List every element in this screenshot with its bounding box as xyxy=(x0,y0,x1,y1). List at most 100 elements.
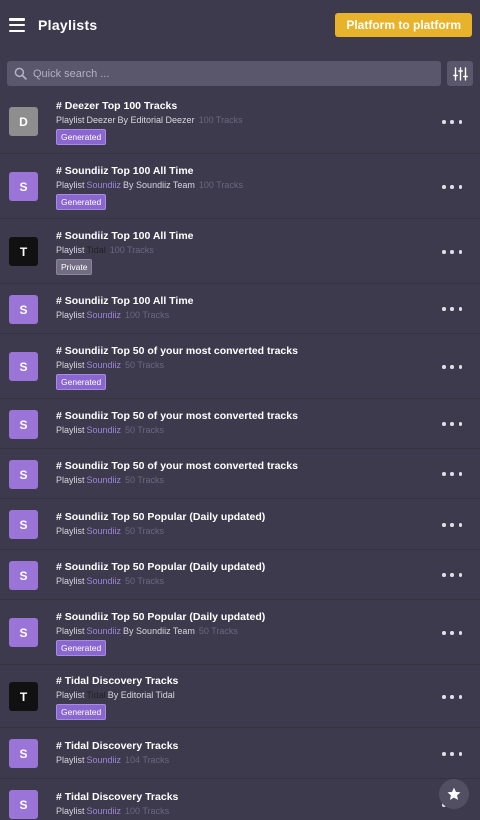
playlist-row[interactable]: S # Soundiiz Top 50 of your most converte… xyxy=(0,399,480,449)
dot xyxy=(450,523,454,527)
playlist-row[interactable]: S # Soundiiz Top 50 Popular (Daily update… xyxy=(0,600,480,665)
dot xyxy=(442,185,446,189)
playlist-name[interactable]: # Soundiiz Top 50 Popular (Daily updated… xyxy=(56,511,430,524)
track-count: 100 Tracks xyxy=(125,806,170,816)
playlist-type: Playlist xyxy=(56,475,85,485)
dot xyxy=(442,120,446,124)
playlist-row[interactable]: S # Tidal Discovery Tracks Playlist Soundii… xyxy=(0,779,480,820)
more-options-icon[interactable] xyxy=(442,468,462,480)
playlist-row[interactable]: S # Soundiiz Top 50 Popular (Daily update… xyxy=(0,499,480,550)
more-options-icon[interactable] xyxy=(442,361,462,373)
playlist-type: Playlist xyxy=(56,526,85,536)
playlist-row[interactable]: D # Deezer Top 100 Tracks Playlist Deezer By… xyxy=(0,89,480,154)
more-options-icon[interactable] xyxy=(442,748,462,760)
more-options-icon[interactable] xyxy=(442,116,462,128)
search-icon xyxy=(14,67,27,80)
playlist-name[interactable]: # Deezer Top 100 Tracks xyxy=(56,100,430,113)
more-options-icon[interactable] xyxy=(442,519,462,531)
dot xyxy=(458,752,462,756)
playlist-name[interactable]: # Soundiiz Top 50 of your most converted… xyxy=(56,410,430,423)
playlist-info: # Soundiiz Top 100 All Time Playlist Sound… xyxy=(56,165,430,210)
dot xyxy=(450,573,454,577)
playlist-meta: Playlist Tidal By Editorial Tidal xyxy=(56,689,430,701)
playlist-meta: Playlist Soundiiz 50 Tracks xyxy=(56,474,430,486)
service-avatar: S xyxy=(9,618,38,647)
dot xyxy=(458,695,462,699)
service-name: Soundiiz xyxy=(86,806,122,816)
dot xyxy=(442,365,446,369)
playlist-name[interactable]: # Soundiiz Top 100 All Time xyxy=(56,230,430,243)
more-options-icon[interactable] xyxy=(442,246,462,258)
more-options-icon[interactable] xyxy=(442,691,462,703)
track-count: 50 Tracks xyxy=(125,425,165,435)
service-avatar: S xyxy=(9,790,38,819)
status-badge: Generated xyxy=(56,704,107,720)
dot xyxy=(442,573,446,577)
playlist-name[interactable]: # Tidal Discovery Tracks xyxy=(56,675,430,688)
more-options-icon[interactable] xyxy=(442,303,462,315)
quick-search-input[interactable] xyxy=(33,67,441,80)
playlist-row[interactable]: S # Soundiiz Top 100 All Time Playlist Soun… xyxy=(0,284,480,334)
playlist-row[interactable]: S # Tidal Discovery Tracks Playlist Soundii… xyxy=(0,728,480,779)
playlist-info: # Soundiiz Top 50 of your most converted… xyxy=(56,460,430,486)
playlist-info: # Deezer Top 100 Tracks Playlist Deezer By … xyxy=(56,100,430,145)
playlist-row[interactable]: T # Soundiiz Top 100 All Time Playlist Tida… xyxy=(0,219,480,284)
more-options-icon[interactable] xyxy=(442,418,462,430)
playlist-type: Playlist xyxy=(56,245,85,255)
dot xyxy=(450,120,454,124)
playlist-type: Playlist xyxy=(56,360,85,370)
playlist-meta: Playlist Deezer By Editorial Deezer 100 Tra… xyxy=(56,114,430,126)
dot xyxy=(450,752,454,756)
dot xyxy=(450,250,454,254)
hamburger-menu-icon[interactable] xyxy=(9,18,25,32)
service-name: Soundiiz xyxy=(86,310,122,320)
filter-button[interactable] xyxy=(447,61,473,86)
playlist-meta: Playlist Soundiiz 50 Tracks xyxy=(56,575,430,587)
playlist-row[interactable]: S # Soundiiz Top 50 of your most converte… xyxy=(0,334,480,399)
more-options-icon[interactable] xyxy=(442,181,462,193)
track-count: 50 Tracks xyxy=(125,526,165,536)
service-name: Soundiiz xyxy=(86,180,122,190)
playlist-name[interactable]: # Tidal Discovery Tracks xyxy=(56,740,430,753)
dot xyxy=(458,422,462,426)
star-icon xyxy=(447,787,461,800)
dot xyxy=(450,307,454,311)
playlist-name[interactable]: # Soundiiz Top 50 of your most converted… xyxy=(56,345,430,358)
more-options-icon[interactable] xyxy=(442,627,462,639)
dot xyxy=(458,631,462,635)
playlist-row[interactable]: S # Soundiiz Top 50 of your most converte… xyxy=(0,449,480,499)
playlist-name[interactable]: # Tidal Discovery Tracks xyxy=(56,791,430,804)
status-badge: Generated xyxy=(56,129,107,145)
playlist-type: Playlist xyxy=(56,180,85,190)
service-avatar: S xyxy=(9,352,38,381)
playlist-owner: By Editorial Tidal xyxy=(107,690,175,700)
playlist-info: # Tidal Discovery Tracks Playlist Soundiiz… xyxy=(56,791,430,817)
playlist-name[interactable]: # Soundiiz Top 100 All Time xyxy=(56,165,430,178)
playlist-row[interactable]: S # Soundiiz Top 50 Popular (Daily update… xyxy=(0,550,480,600)
playlist-name[interactable]: # Soundiiz Top 100 All Time xyxy=(56,295,430,308)
dot xyxy=(458,365,462,369)
playlist-owner: By Editorial Deezer xyxy=(117,115,195,125)
dot xyxy=(442,695,446,699)
favorite-fab-button[interactable] xyxy=(439,779,469,809)
playlist-name[interactable]: # Soundiiz Top 50 Popular (Daily updated… xyxy=(56,611,430,624)
playlist-name[interactable]: # Soundiiz Top 50 Popular (Daily updated… xyxy=(56,561,430,574)
service-avatar: S xyxy=(9,460,38,489)
service-name: Soundiiz xyxy=(86,475,122,485)
playlist-type: Playlist xyxy=(56,626,85,636)
platform-to-platform-button[interactable]: Platform to platform xyxy=(335,13,472,37)
track-count: 104 Tracks xyxy=(125,755,170,765)
playlist-info: # Soundiiz Top 50 Popular (Daily updated… xyxy=(56,511,430,537)
playlist-row[interactable]: T # Tidal Discovery Tracks Playlist Tidal By… xyxy=(0,665,480,728)
playlist-info: # Tidal Discovery Tracks Playlist Tidal By … xyxy=(56,675,430,720)
service-name: Soundiiz xyxy=(86,576,122,586)
dot xyxy=(450,185,454,189)
dot xyxy=(450,472,454,476)
playlist-type: Playlist xyxy=(56,425,85,435)
playlist-row[interactable]: S # Soundiiz Top 100 All Time Playlist Soun… xyxy=(0,154,480,219)
playlist-name[interactable]: # Soundiiz Top 50 of your most converted… xyxy=(56,460,430,473)
status-badge: Generated xyxy=(56,640,107,656)
service-avatar: S xyxy=(9,739,38,768)
dot xyxy=(450,422,454,426)
more-options-icon[interactable] xyxy=(442,569,462,581)
